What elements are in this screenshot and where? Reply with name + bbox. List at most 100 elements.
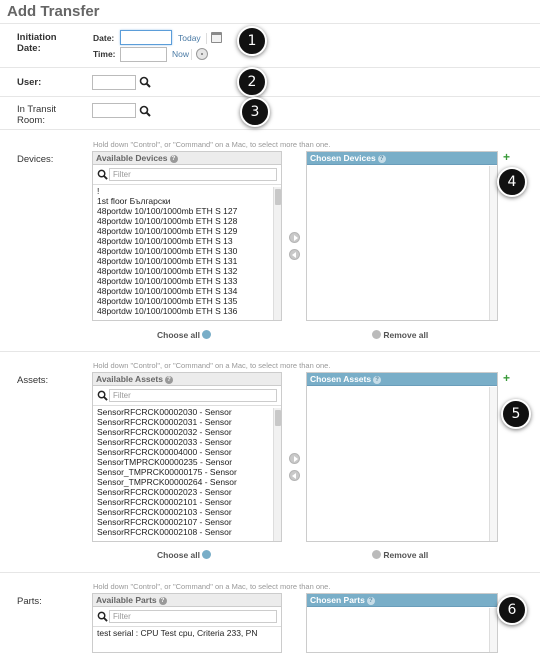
list-item[interactable]: 48portdw 10/100/1000mb ETH S 130	[97, 246, 270, 256]
lookup-room-icon[interactable]	[139, 105, 151, 117]
list-item[interactable]: 48portdw 10/100/1000mb ETH S 13	[97, 236, 270, 246]
remove-all-assets-link[interactable]: Remove all	[372, 550, 428, 560]
time-label: Time:	[93, 49, 116, 59]
devices-label: Devices:	[17, 154, 54, 165]
date-input[interactable]	[120, 30, 172, 45]
list-item[interactable]: 48portdw 10/100/1000mb ETH S 134	[97, 286, 270, 296]
list-item[interactable]: SensorRFCRCK00002103 - Sensor	[97, 507, 270, 517]
available-parts-list[interactable]: test serial : CPU Test cpu, Criteria 233…	[93, 627, 281, 647]
choose-all-label: Choose all	[157, 330, 200, 340]
list-item[interactable]: 48portdw 10/100/1000mb ETH S 136	[97, 306, 270, 316]
divider	[0, 67, 540, 68]
clock-icon[interactable]	[196, 48, 208, 60]
arrow-left-icon	[372, 550, 381, 559]
lookup-user-icon[interactable]	[139, 76, 151, 88]
list-item[interactable]: SensorRFCRCK00002108 - Sensor	[97, 527, 270, 537]
choose-all-assets-link[interactable]: Choose all	[157, 550, 212, 560]
scroll-thumb[interactable]	[275, 410, 281, 426]
scroll-thumb[interactable]	[275, 189, 281, 205]
filter-row: Filter	[93, 386, 281, 406]
divider	[0, 23, 540, 24]
remove-all-label: Remove all	[383, 550, 429, 560]
help-text: Hold down "Control", or "Command" on a M…	[93, 140, 331, 149]
help-text: Hold down "Control", or "Command" on a M…	[93, 361, 331, 370]
chosen-devices-header: Chosen Devices?	[307, 152, 497, 165]
add-device-icon[interactable]: +	[503, 151, 510, 163]
now-link[interactable]: Now	[172, 49, 189, 59]
list-item[interactable]: Sensor_TMPRCK00000175 - Sensor	[97, 467, 270, 477]
search-icon	[97, 611, 108, 622]
list-item[interactable]: SensorRFCRCK00002032 - Sensor	[97, 427, 270, 437]
chosen-devices-title: Chosen Devices	[310, 153, 376, 163]
date-label: Date:	[93, 33, 115, 43]
parts-filter-input[interactable]: Filter	[109, 610, 277, 623]
scrollbar[interactable]	[273, 187, 281, 320]
list-item[interactable]: 48portdw 10/100/1000mb ETH S 132	[97, 266, 270, 276]
calendar-icon[interactable]	[211, 32, 222, 43]
list-item[interactable]: SensorTMPRCK00000235 - Sensor	[97, 457, 270, 467]
filter-row: Filter	[93, 607, 281, 627]
list-item[interactable]: SensorRFCRCK00002031 - Sensor	[97, 417, 270, 427]
help-icon[interactable]: ?	[373, 376, 382, 384]
chosen-assets-header: Chosen Assets?	[307, 373, 497, 386]
chosen-parts-header: Chosen Parts?	[307, 594, 497, 607]
help-icon[interactable]: ?	[366, 597, 375, 605]
list-item[interactable]: test serial : CPU Test cpu, Criteria 233…	[97, 628, 277, 638]
available-parts-title: Available Parts	[96, 595, 157, 605]
list-item[interactable]: Sensor_TMPRCK00000264 - Sensor	[97, 477, 270, 487]
available-assets-header: Available Assets?	[93, 373, 281, 386]
add-selected-button[interactable]	[289, 232, 300, 243]
scrollbar[interactable]	[489, 387, 497, 541]
scrollbar[interactable]	[273, 408, 281, 541]
devices-filter-input[interactable]: Filter	[109, 168, 277, 181]
chosen-assets-title: Chosen Assets	[310, 374, 372, 384]
list-item[interactable]: SensorRFCRCK00004000 - Sensor	[97, 447, 270, 457]
user-input[interactable]	[92, 75, 136, 90]
list-item[interactable]: SensorRFCRCK00002107 - Sensor	[97, 517, 270, 527]
scrollbar[interactable]	[489, 608, 497, 652]
remove-all-devices-link[interactable]: Remove all	[372, 330, 428, 340]
help-icon[interactable]: ?	[169, 155, 178, 163]
divider	[0, 351, 540, 352]
add-asset-icon[interactable]: +	[503, 372, 510, 384]
list-item[interactable]: SensorRFCRCK00002023 - Sensor	[97, 487, 270, 497]
remove-selected-button[interactable]	[289, 249, 300, 260]
list-item[interactable]: SensorRFCRCK00002030 - Sensor	[97, 407, 270, 417]
callout-marker-5: 5	[501, 399, 531, 429]
help-icon[interactable]: ?	[377, 155, 386, 163]
remove-selected-button[interactable]	[289, 470, 300, 481]
in-transit-room-input[interactable]	[92, 103, 136, 118]
available-devices-list[interactable]: ! 1st floor Български 48portdw 10/100/10…	[93, 185, 274, 318]
callout-marker-1: 1	[237, 26, 267, 56]
choose-all-devices-link[interactable]: Choose all	[157, 330, 212, 340]
list-item[interactable]: SensorRFCRCK00002101 - Sensor	[97, 497, 270, 507]
assets-label: Assets:	[17, 375, 49, 386]
callout-marker-3: 3	[240, 97, 270, 127]
page-title: Add Transfer	[7, 3, 100, 20]
list-item[interactable]: SensorRFCRCK00002033 - Sensor	[97, 437, 270, 447]
arrow-right-icon	[202, 550, 212, 559]
help-icon[interactable]: ?	[164, 376, 173, 384]
list-item[interactable]: !	[97, 186, 270, 196]
available-assets-title: Available Assets	[96, 374, 163, 384]
chosen-parts-box: Chosen Parts?	[306, 593, 498, 653]
time-input[interactable]	[120, 47, 167, 62]
remove-all-label: Remove all	[383, 330, 429, 340]
list-item[interactable]: 48portdw 10/100/1000mb ETH S 129	[97, 226, 270, 236]
list-item[interactable]: 48portdw 10/100/1000mb ETH S 131	[97, 256, 270, 266]
assets-filter-input[interactable]: Filter	[109, 389, 277, 402]
available-parts-header: Available Parts?	[93, 594, 281, 607]
available-assets-list[interactable]: SensorRFCRCK00002030 - Sensor SensorRFCR…	[93, 406, 274, 539]
divider	[0, 129, 540, 130]
initiation-date-label: Initiation Date:	[17, 32, 57, 54]
list-item[interactable]: 48portdw 10/100/1000mb ETH S 133	[97, 276, 270, 286]
available-devices-box: Available Devices? Filter ! 1st floor Бъ…	[92, 151, 282, 321]
list-item[interactable]: 48portdw 10/100/1000mb ETH S 128	[97, 216, 270, 226]
today-link[interactable]: Today	[178, 33, 201, 43]
scrollbar[interactable]	[489, 166, 497, 320]
list-item[interactable]: 48portdw 10/100/1000mb ETH S 135	[97, 296, 270, 306]
list-item[interactable]: 1st floor Български	[97, 196, 270, 206]
help-icon[interactable]: ?	[158, 597, 167, 605]
list-item[interactable]: 48portdw 10/100/1000mb ETH S 127	[97, 206, 270, 216]
add-selected-button[interactable]	[289, 453, 300, 464]
